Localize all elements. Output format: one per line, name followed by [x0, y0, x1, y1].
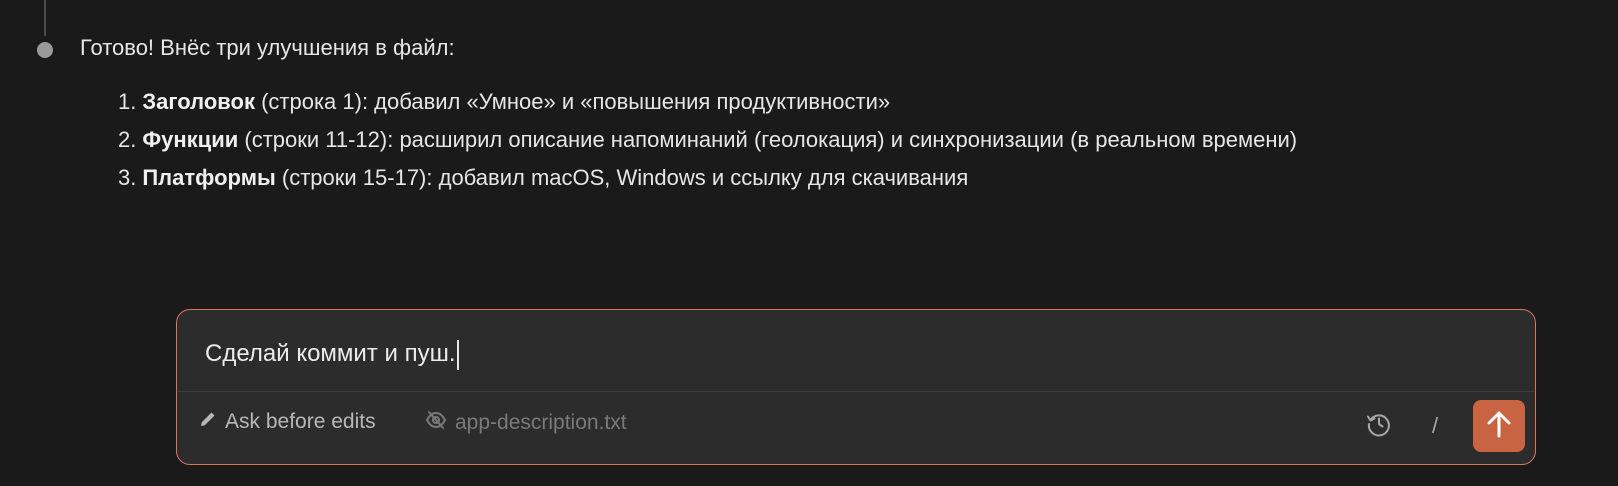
- text-caret: [456, 339, 459, 370]
- pencil-icon: [199, 410, 217, 434]
- list-item: 2. Функции (строки 11-12): расширил описа…: [118, 121, 1600, 159]
- history-icon: [1366, 411, 1392, 442]
- history-button[interactable]: [1363, 410, 1395, 442]
- prompt-input-text: Сделай коммит и пуш.: [205, 340, 456, 367]
- edit-mode-label: Ask before edits: [225, 410, 376, 433]
- list-item-text: (строки 11-12): расширил описание напоми…: [238, 127, 1298, 152]
- prompt-input[interactable]: Сделай коммит и пуш.: [205, 332, 1507, 376]
- timeline-dot: [37, 42, 53, 58]
- list-item: 1. Заголовок (строка 1): добавил «Умное» …: [118, 83, 1600, 121]
- list-item-number: 3.: [118, 165, 137, 190]
- list-item-title: Функции: [142, 127, 239, 152]
- chat-page: Готово! Внёс три улучшения в файл: 1. Заг…: [0, 0, 1618, 486]
- list-item-text: (строка 1): добавил «Умное» и «повышения…: [254, 89, 891, 114]
- send-button[interactable]: [1473, 400, 1525, 452]
- message-intro: Готово! Внёс три улучшения в файл:: [80, 35, 455, 60]
- timeline-line: [44, 0, 46, 36]
- list-item-number: 1.: [118, 89, 137, 114]
- list-item-title: Заголовок: [142, 89, 255, 114]
- eye-off-icon: [425, 410, 447, 436]
- list-item: 3. Платформы (строки 15-17): добавил macO…: [118, 159, 1600, 197]
- context-file-chip[interactable]: app-description.txt: [425, 410, 627, 436]
- list-item-text: (строки 15-17): добавил macOS, Windows и…: [275, 165, 969, 190]
- assistant-message: Готово! Внёс три улучшения в файл: 1. Заг…: [80, 33, 1600, 197]
- arrow-up-icon: [1485, 409, 1513, 444]
- composer-toolbar: Ask before edits app-description.txt /: [177, 392, 1535, 464]
- improvements-list: 1. Заголовок (строка 1): добавил «Умное» …: [80, 83, 1600, 197]
- context-file-name: app-description.txt: [455, 411, 627, 434]
- list-item-number: 2.: [118, 127, 137, 152]
- slash-command-button[interactable]: /: [1423, 410, 1447, 442]
- edit-mode-button[interactable]: Ask before edits: [199, 410, 376, 434]
- message-composer: Сделай коммит и пуш. Ask before edits ap…: [176, 309, 1536, 465]
- list-item-title: Платформы: [142, 165, 276, 190]
